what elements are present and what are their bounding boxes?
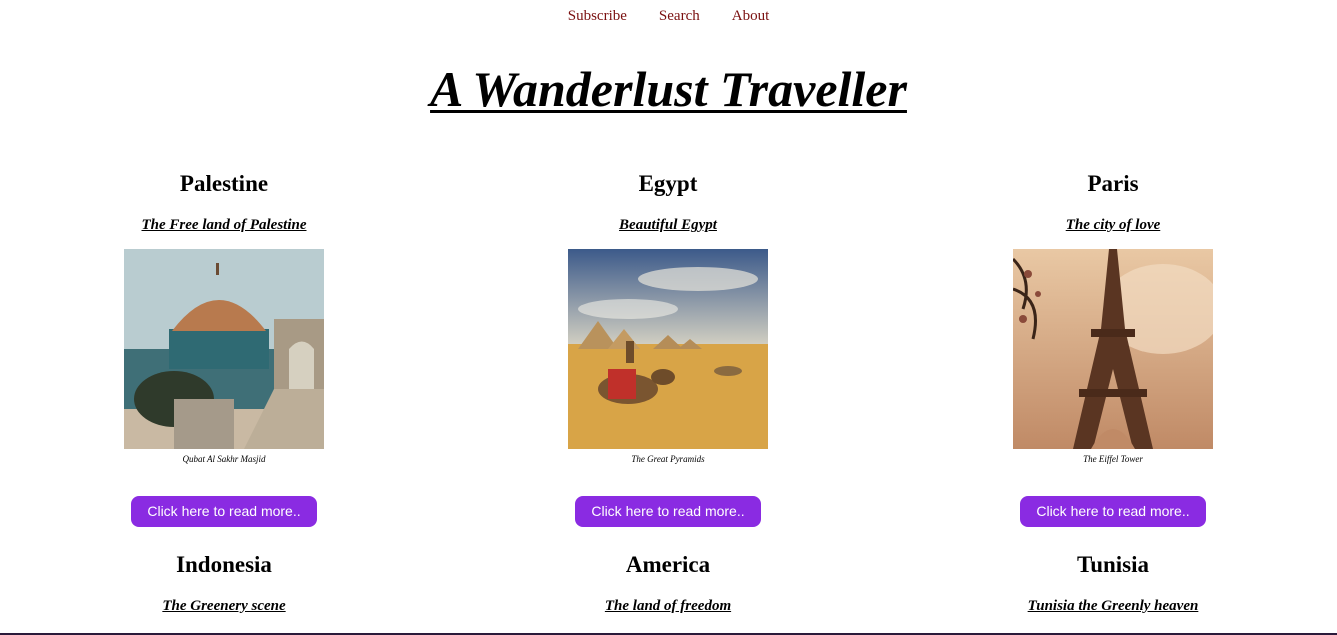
destination-card-palestine: Palestine The Free land of Palestine Qub… (74, 171, 374, 527)
photo-caption: Qubat Al Sakhr Masjid (182, 454, 266, 464)
nav-subscribe-link[interactable]: Subscribe (568, 8, 627, 25)
destination-name: Paris (1087, 171, 1139, 196)
destination-name: America (625, 552, 711, 577)
nav-search-link[interactable]: Search (659, 8, 700, 25)
read-more-button[interactable]: Click here to read more.. (131, 496, 317, 527)
read-more-button[interactable]: Click here to read more.. (1020, 496, 1206, 527)
destination-card-indonesia: Indonesia The Greenery scene (74, 552, 374, 615)
nav-about-link[interactable]: About (732, 8, 770, 25)
destination-tagline[interactable]: The land of freedom (518, 598, 818, 615)
site-title: A Wanderlust Traveller (0, 60, 1337, 118)
destination-name: Tunisia (1076, 552, 1150, 577)
destination-card-paris: Paris The city of love The Eiffel Tower … (963, 171, 1263, 527)
great-pyramids-photo (568, 249, 768, 449)
site-title-text: A Wanderlust Traveller (430, 61, 907, 117)
destination-tagline[interactable]: The Greenery scene (74, 598, 374, 615)
destination-tagline[interactable]: The Free land of Palestine (74, 217, 374, 234)
destination-tagline[interactable]: Tunisia the Greenly heaven (963, 598, 1263, 615)
read-more-button[interactable]: Click here to read more.. (575, 496, 761, 527)
destination-name: Egypt (638, 171, 698, 196)
photo-caption: The Eiffel Tower (1083, 454, 1143, 464)
destination-tagline[interactable]: Beautiful Egypt (518, 217, 818, 234)
destination-name: Palestine (179, 171, 269, 196)
destination-card-tunisia: Tunisia Tunisia the Greenly heaven (963, 552, 1263, 615)
eiffel-tower-photo (1013, 249, 1213, 449)
destination-card-egypt: Egypt Beautiful Egypt The Great Pyramids… (518, 171, 818, 527)
dome-of-the-rock-photo (124, 249, 324, 449)
top-nav: Subscribe Search About (0, 8, 1337, 25)
destination-name: Indonesia (176, 552, 272, 577)
photo-caption: The Great Pyramids (631, 454, 705, 464)
destination-tagline[interactable]: The city of love (963, 217, 1263, 234)
destination-card-america: America The land of freedom (518, 552, 818, 615)
